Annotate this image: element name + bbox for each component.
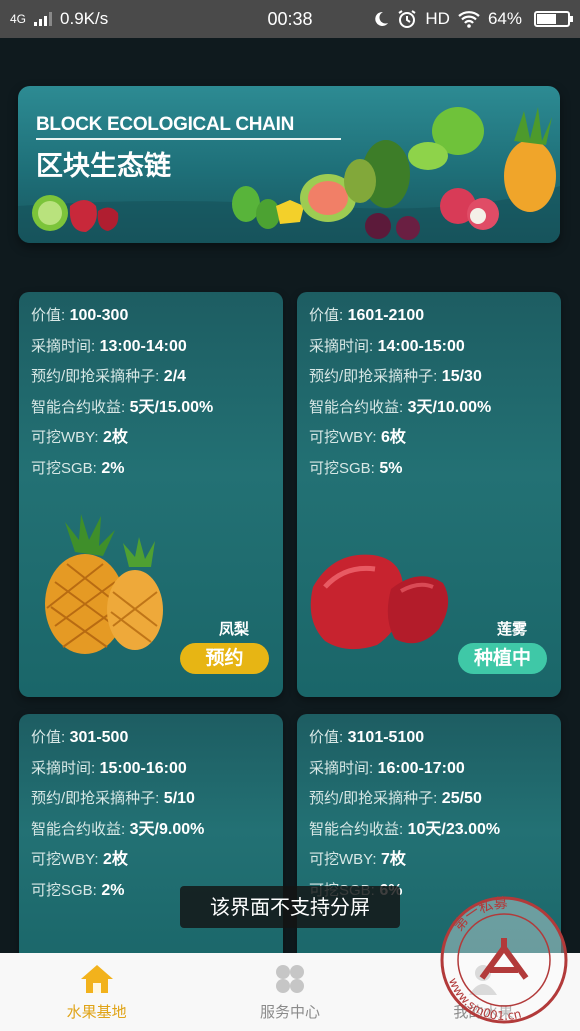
- fruit-card-pineapple[interactable]: 价值: 100-300 采摘时间: 13:00-14:00 预约/即抢采摘种子:…: [19, 292, 283, 697]
- seeds: 15/30: [441, 368, 482, 385]
- reserve-button[interactable]: 预约: [180, 643, 269, 674]
- contract-yield: 5天/15.00%: [129, 398, 214, 416]
- banner-divider: [36, 138, 341, 140]
- pick-time: 14:00-15:00: [377, 337, 465, 355]
- value-label: 价值:: [309, 729, 344, 746]
- seeds: 2/4: [163, 368, 187, 385]
- seeds-label: 预约/即抢采摘种子:: [31, 790, 160, 807]
- banner-title-en: BLOCK ECOLOGICAL CHAIN: [36, 114, 294, 135]
- contract-label: 智能合约收益:: [31, 398, 126, 416]
- sgb: 2%: [101, 881, 125, 899]
- contract-yield: 3天/10.00%: [407, 398, 492, 416]
- wby: 7枚: [380, 851, 406, 868]
- network-type: 4G: [10, 12, 27, 26]
- value: 1601-2100: [347, 307, 425, 324]
- seeds-label: 预约/即抢采摘种子:: [31, 368, 160, 385]
- wby-label: 可挖WBY:: [309, 429, 377, 446]
- sgb: 2%: [101, 459, 125, 477]
- value-label: 价值:: [31, 729, 66, 746]
- banner-title-cn: 区块生态链: [36, 151, 171, 182]
- contract-yield: 3天/9.00%: [129, 820, 205, 838]
- seeds: 25/50: [441, 790, 482, 807]
- clock: 00:38: [267, 8, 313, 29]
- battery-percent: 64%: [487, 9, 522, 28]
- pick-time-label: 采摘时间:: [31, 759, 96, 777]
- value: 301-500: [69, 729, 129, 746]
- fruit-name: 凤梨: [218, 621, 249, 638]
- contract-label: 智能合约收益:: [309, 398, 404, 416]
- contract-label: 智能合约收益:: [309, 820, 404, 838]
- hd-label: HD: [425, 9, 450, 28]
- grid-icon: [275, 965, 304, 993]
- sgb-label: 可挖SGB:: [31, 881, 97, 899]
- value: 3101-5100: [347, 729, 425, 746]
- planting-button[interactable]: 种植中: [458, 643, 547, 674]
- seeds-label: 预约/即抢采摘种子:: [309, 368, 438, 385]
- wby-label: 可挖WBY:: [309, 851, 377, 868]
- pick-time: 15:00-16:00: [99, 759, 187, 777]
- pick-time: 13:00-14:00: [99, 337, 187, 355]
- split-screen-toast: 该界面不支持分屏: [180, 886, 400, 928]
- sgb-label: 可挖SGB:: [309, 459, 375, 477]
- value: 100-300: [69, 307, 129, 324]
- fruit-card-3[interactable]: 价值: 301-500 采摘时间: 15:00-16:00 预约/即抢采摘种子:…: [19, 714, 283, 974]
- fruit-card-wax-apple[interactable]: 价值: 1601-2100 采摘时间: 14:00-15:00 预约/即抢采摘种…: [297, 292, 561, 697]
- pineapple-image: [45, 514, 163, 654]
- wby: 2枚: [102, 429, 128, 446]
- wby-label: 可挖WBY:: [31, 429, 99, 446]
- home-icon: [80, 965, 113, 993]
- network-speed: 0.9K/s: [60, 9, 109, 28]
- wby-label: 可挖WBY:: [31, 851, 99, 868]
- seeds-label: 预约/即抢采摘种子:: [309, 790, 438, 807]
- nav-service-center[interactable]: 服务中心: [193, 953, 386, 1031]
- wby: 2枚: [102, 851, 128, 868]
- nav-label: 服务中心: [259, 1003, 320, 1021]
- value-label: 价值:: [31, 307, 66, 324]
- alarm-icon: [398, 10, 416, 28]
- wby: 6枚: [380, 429, 406, 446]
- banner[interactable]: BLOCK ECOLOGICAL CHAIN 区块生态链: [18, 86, 560, 243]
- sgb-label: 可挖SGB:: [31, 459, 97, 477]
- pick-time-label: 采摘时间:: [309, 759, 374, 777]
- seeds: 5/10: [163, 790, 195, 807]
- pick-time-label: 采摘时间:: [309, 337, 374, 355]
- sgb: 5%: [379, 459, 403, 477]
- signal-icon: [34, 12, 53, 26]
- status-bar: 4G 0.9K/s 00:38 HD 64%: [0, 0, 580, 38]
- wifi-icon: [458, 11, 480, 28]
- moon-icon: [375, 11, 389, 26]
- pick-time-label: 采摘时间:: [31, 337, 96, 355]
- contract-yield: 10天/23.00%: [407, 820, 501, 838]
- watermark-seal: 第一私募 www.sm001.cn: [440, 896, 568, 1024]
- contract-label: 智能合约收益:: [31, 820, 126, 838]
- value-label: 价值:: [309, 307, 344, 324]
- wax-apple-image: [310, 554, 449, 650]
- pick-time: 16:00-17:00: [377, 759, 465, 777]
- fruit-name: 莲雾: [496, 621, 527, 638]
- nav-fruit-base[interactable]: 水果基地: [0, 953, 193, 1031]
- nav-label: 水果基地: [66, 1003, 127, 1021]
- battery-icon: [534, 11, 573, 27]
